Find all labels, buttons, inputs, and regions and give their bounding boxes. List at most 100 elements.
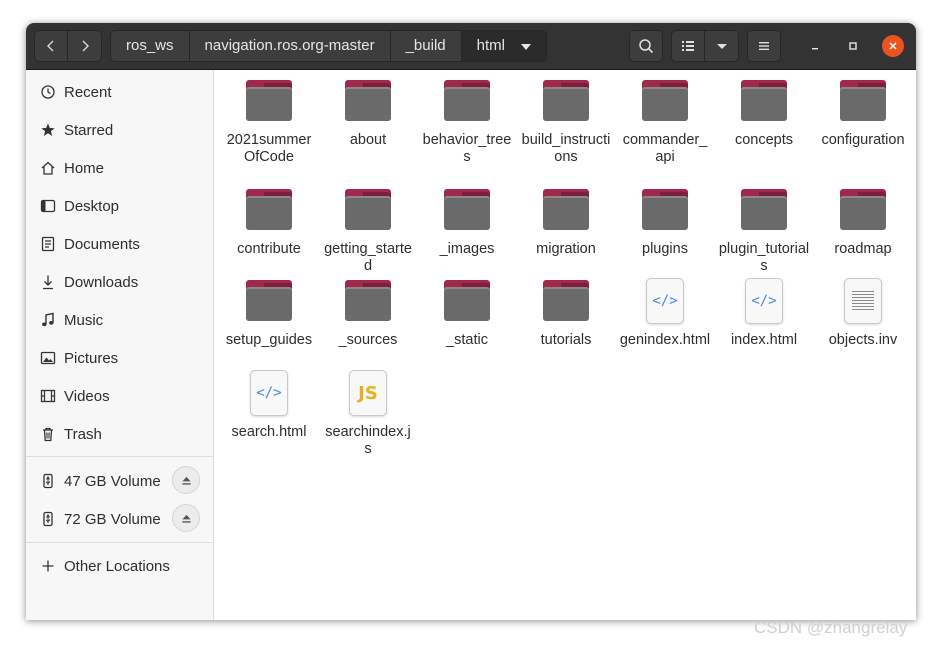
sidebar-item-label: Videos (64, 387, 110, 405)
breadcrumb-html[interactable]: html (461, 30, 547, 62)
folder-item[interactable]: build_instructions (517, 78, 615, 166)
forward-button[interactable] (68, 30, 102, 62)
file-name: behavior_trees (422, 132, 512, 165)
sidebar-item-videos[interactable]: Videos (26, 377, 214, 415)
sidebar-item-trash[interactable]: Trash (26, 415, 214, 453)
sidebar-item-label: Other Locations (64, 557, 170, 575)
headerbar: ros_ws navigation.ros.org-master _build … (26, 23, 916, 70)
desktop-icon (40, 198, 56, 214)
file-name: build_instructions (521, 132, 611, 165)
sidebar-item-label: Home (64, 159, 105, 177)
sidebar-item-desktop[interactable]: Desktop (26, 187, 214, 225)
file-name: setup_guides (225, 332, 313, 348)
folder-icon (344, 78, 392, 126)
folder-item[interactable]: getting_started (319, 187, 417, 275)
folder-icon (542, 278, 590, 326)
main-menu-button[interactable] (747, 30, 781, 62)
search-button[interactable] (629, 30, 663, 62)
folder-icon (839, 187, 887, 235)
breadcrumb-build[interactable]: _build (390, 30, 462, 62)
sidebar-item-downloads[interactable]: Downloads (26, 263, 214, 301)
sidebar-item-documents[interactable]: Documents (26, 225, 214, 263)
plus-icon (40, 558, 56, 574)
maximize-button[interactable] (842, 35, 864, 57)
close-button[interactable] (882, 35, 904, 57)
view-options-button[interactable] (705, 30, 739, 62)
sidebar-item-home[interactable]: Home (26, 149, 214, 187)
sidebar-item-72gb-volume[interactable]: 72 GB Volume (26, 500, 214, 538)
folder-item[interactable]: 2021summerOfCode (220, 78, 318, 166)
folder-icon (740, 78, 788, 126)
videos-icon (40, 388, 56, 404)
minimize-button[interactable] (804, 35, 826, 57)
sidebar-separator (26, 456, 214, 457)
folder-item[interactable]: plugin_tutorials (715, 187, 813, 275)
breadcrumb-navigation[interactable]: navigation.ros.org-master (189, 30, 391, 62)
file-name: migration (536, 241, 596, 257)
folder-icon (245, 278, 293, 326)
back-button[interactable] (34, 30, 68, 62)
usb-drive-icon (40, 473, 56, 489)
folder-icon (740, 187, 788, 235)
sidebar-item-starred[interactable]: Starred (26, 111, 214, 149)
file-name: getting_started (324, 241, 412, 274)
file-name: configuration (821, 132, 905, 148)
file-name: about (349, 132, 387, 148)
file-item[interactable]: objects.inv (814, 278, 912, 349)
maximize-icon (849, 42, 857, 50)
file-item[interactable]: </> genindex.html (616, 278, 714, 349)
folder-item[interactable]: _sources (319, 278, 417, 349)
folder-item[interactable]: behavior_trees (418, 78, 516, 166)
file-name: _static (446, 332, 488, 348)
file-item[interactable]: </> search.html (220, 370, 318, 441)
file-item[interactable]: </> index.html (715, 278, 813, 349)
sidebar-item-label: Recent (64, 83, 112, 101)
file-item[interactable]: JS searchindex.js (319, 370, 417, 458)
folder-item[interactable]: contribute (220, 187, 318, 258)
hamburger-icon (759, 42, 769, 50)
chevron-left-icon (47, 40, 54, 52)
folder-item[interactable]: concepts (715, 78, 813, 149)
file-name: plugin_tutorials (718, 241, 810, 274)
breadcrumb-ros-ws[interactable]: ros_ws (110, 30, 190, 62)
file-name: _sources (338, 332, 398, 348)
folder-item[interactable]: about (319, 78, 417, 149)
downloads-icon (40, 274, 56, 290)
usb-drive-icon (40, 511, 56, 527)
html-file-icon: </> (245, 370, 293, 418)
sidebar-item-recent[interactable]: Recent (26, 73, 214, 111)
sidebar-item-label: Starred (64, 121, 114, 139)
sidebar-item-47gb-volume[interactable]: 47 GB Volume (26, 462, 214, 500)
folder-icon (344, 278, 392, 326)
folder-item[interactable]: tutorials (517, 278, 615, 349)
folder-item[interactable]: setup_guides (220, 278, 318, 349)
star-icon (40, 122, 56, 138)
clock-icon (40, 84, 56, 100)
sidebar-item-other-locations[interactable]: Other Locations (26, 547, 214, 585)
sidebar-item-pictures[interactable]: Pictures (26, 339, 214, 377)
folder-icon (542, 187, 590, 235)
folder-item[interactable]: roadmap (814, 187, 912, 258)
watermark: CSDN @zhangrelay (754, 618, 908, 637)
folder-item[interactable]: _images (418, 187, 516, 258)
list-view-button[interactable] (671, 30, 705, 62)
file-name: concepts (734, 132, 794, 148)
sidebar-item-music[interactable]: Music (26, 301, 214, 339)
sidebar-item-label: 47 GB Volume (64, 472, 161, 490)
file-name: tutorials (540, 332, 592, 348)
list-view-icon (682, 41, 694, 51)
folder-item[interactable]: plugins (616, 187, 714, 258)
eject-button[interactable] (172, 504, 200, 532)
file-name: commander_api (622, 132, 708, 165)
eject-button[interactable] (172, 466, 200, 494)
eject-icon (181, 514, 191, 523)
file-grid: 2021summerOfCode about behavior_trees build… (215, 70, 916, 620)
text-file-icon (839, 278, 887, 326)
sidebar-item-label: Desktop (64, 197, 120, 215)
music-icon (40, 312, 56, 328)
sidebar-separator (26, 542, 214, 543)
folder-item[interactable]: migration (517, 187, 615, 258)
folder-item[interactable]: commander_api (616, 78, 714, 166)
folder-item[interactable]: _static (418, 278, 516, 349)
folder-item[interactable]: configuration (814, 78, 912, 149)
